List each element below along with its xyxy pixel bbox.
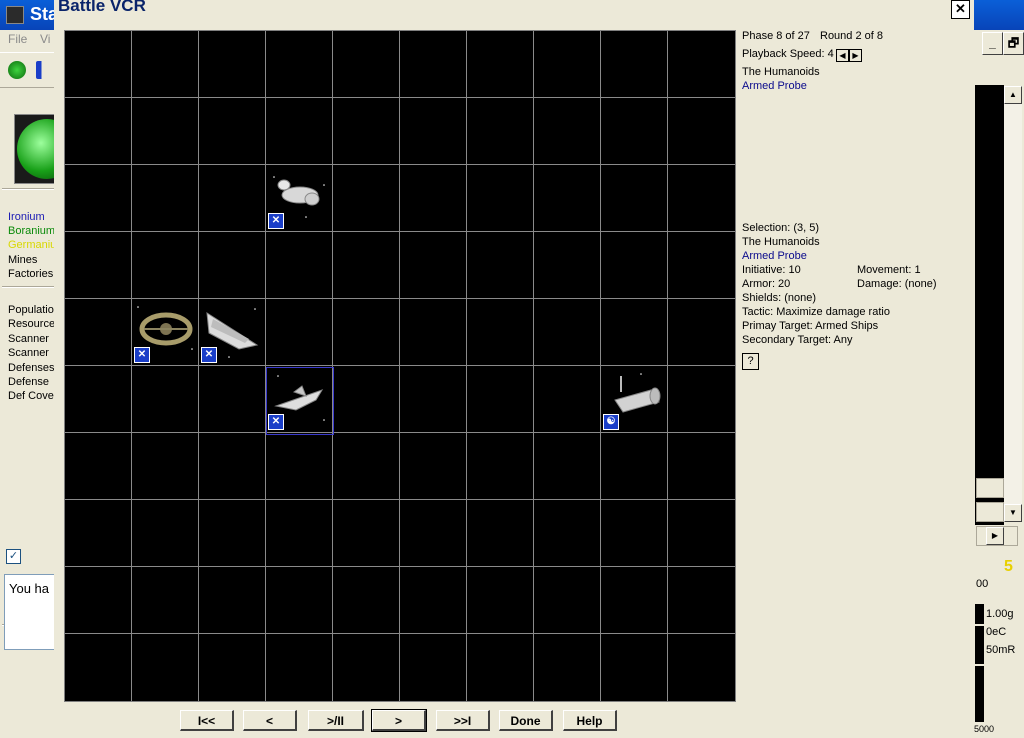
message-box: You ha	[4, 574, 58, 650]
map-scrollbar[interactable]: ▲ ▼	[1004, 86, 1022, 522]
mineral-ironium: Ironium	[8, 211, 45, 223]
enemy-race-icon: ☯	[603, 414, 619, 430]
first-phase-button[interactable]: I<<	[180, 710, 234, 731]
minimize-button[interactable]: _	[982, 32, 1003, 55]
selection-race-name: The Humanoids	[742, 236, 820, 248]
next-phase-button[interactable]: >	[371, 709, 427, 732]
shields-text: Shields: (none)	[742, 292, 816, 304]
battle-grid[interactable]: ✕ ✕ ✕ ✕ ☯	[64, 30, 736, 702]
primary-target-text: Primay Target: Armed Ships	[742, 320, 879, 332]
ship-token-armed-probe[interactable]: ✕	[266, 165, 333, 232]
ship-token-enemy[interactable]: ☯	[601, 366, 668, 433]
ship-token-selected[interactable]: ✕	[266, 366, 333, 433]
scanner-label: Scanner	[8, 333, 49, 345]
top-race-name: The Humanoids	[742, 66, 820, 78]
humanoid-race-icon: ✕	[268, 414, 284, 430]
main-menubar: File Vi	[0, 30, 56, 48]
temperature-bar	[975, 626, 984, 646]
planet-image	[14, 114, 56, 184]
initiative-text: Initiative: 10	[742, 264, 801, 276]
close-icon[interactable]: ✕	[951, 0, 970, 19]
damage-text: Damage: (none)	[857, 278, 937, 290]
map-view[interactable]	[975, 85, 1004, 525]
right-value-00: 00	[976, 578, 989, 590]
armor-text: Armor: 20	[742, 278, 791, 290]
scroll-up-button[interactable]: ▲	[1004, 86, 1022, 104]
factories-label: Factories	[8, 268, 54, 280]
scroll-down-button[interactable]: ▼	[1004, 504, 1022, 522]
humanoid-race-icon: ✕	[201, 347, 217, 363]
speed-increase-button[interactable]: ▶	[849, 49, 862, 62]
gravity-value: 1.00g	[986, 608, 1014, 620]
resources-label: Resource	[8, 318, 56, 330]
radiation-bar	[975, 644, 984, 664]
mines-label: Mines	[8, 254, 38, 266]
alert-number: 5	[1004, 558, 1013, 575]
secondary-target-text: Secondary Target: Any	[742, 334, 853, 346]
message-filter-checkbox[interactable]: ✓	[6, 549, 21, 564]
help-button[interactable]: Help	[563, 710, 617, 731]
selection-design-name[interactable]: Armed Probe	[742, 250, 807, 262]
temperature-value: 0eC	[986, 626, 1007, 638]
divider	[2, 188, 54, 190]
done-button[interactable]: Done	[499, 710, 553, 731]
planet-view-icon[interactable]	[8, 61, 26, 79]
field-box	[976, 478, 1004, 498]
selection-text: Selection: (3, 5)	[742, 222, 820, 234]
phase-text: Phase 8 of 27	[742, 30, 810, 42]
previous-phase-button[interactable]: <	[243, 710, 297, 731]
main-toolbar	[0, 52, 56, 88]
bottom-value: 5000	[974, 724, 995, 734]
help-question-button[interactable]: ?	[742, 353, 759, 370]
play-pause-button[interactable]: >/II	[308, 710, 364, 731]
app-icon	[6, 6, 24, 24]
scanner-range-label: Scanner	[8, 347, 49, 359]
playback-speed-label: Playback Speed: 4	[742, 48, 834, 60]
restore-button[interactable]: 🗗	[1003, 32, 1024, 55]
mineral-boranium: Boranium	[8, 225, 56, 237]
movement-text: Movement: 1	[857, 264, 921, 276]
dialog-title: Battle VCR	[58, 0, 146, 15]
dialog-titlebar: Battle VCR ✕	[54, 0, 974, 20]
ship-token-warship[interactable]: ✕	[199, 299, 266, 366]
speed-decrease-button[interactable]: ◀	[836, 49, 849, 62]
tactic-text: Tactic: Maximize damage ratio	[742, 306, 890, 318]
chart-area	[975, 666, 984, 722]
gravity-bar	[975, 604, 984, 624]
menu-view[interactable]: Vi	[40, 32, 50, 46]
humanoid-race-icon: ✕	[134, 347, 150, 363]
radiation-value: 50mR	[986, 644, 1016, 656]
message-text: You ha	[9, 581, 50, 596]
last-phase-button[interactable]: >>I	[436, 710, 490, 731]
scroll-right-button[interactable]: ▶	[986, 527, 1004, 545]
menu-file[interactable]: File	[8, 32, 27, 46]
field-box	[976, 502, 1004, 522]
population-label: Populatio	[8, 304, 54, 316]
def-coverage-label: Def Cove	[8, 390, 54, 402]
round-text: Round 2 of 8	[820, 30, 883, 42]
top-design-name[interactable]: Armed Probe	[742, 80, 807, 92]
divider	[2, 286, 54, 288]
ship-token-starbase[interactable]: ✕	[132, 299, 199, 366]
report-icon[interactable]	[36, 61, 50, 79]
humanoid-race-icon: ✕	[268, 213, 284, 229]
battle-vcr-dialog: Battle VCR ✕ ✕ ✕ ✕ ✕ ☯ Phase 8 of 27 Rou…	[54, 0, 974, 738]
defenses-label: Defenses	[8, 362, 55, 374]
defense-label: Defense	[8, 376, 49, 388]
